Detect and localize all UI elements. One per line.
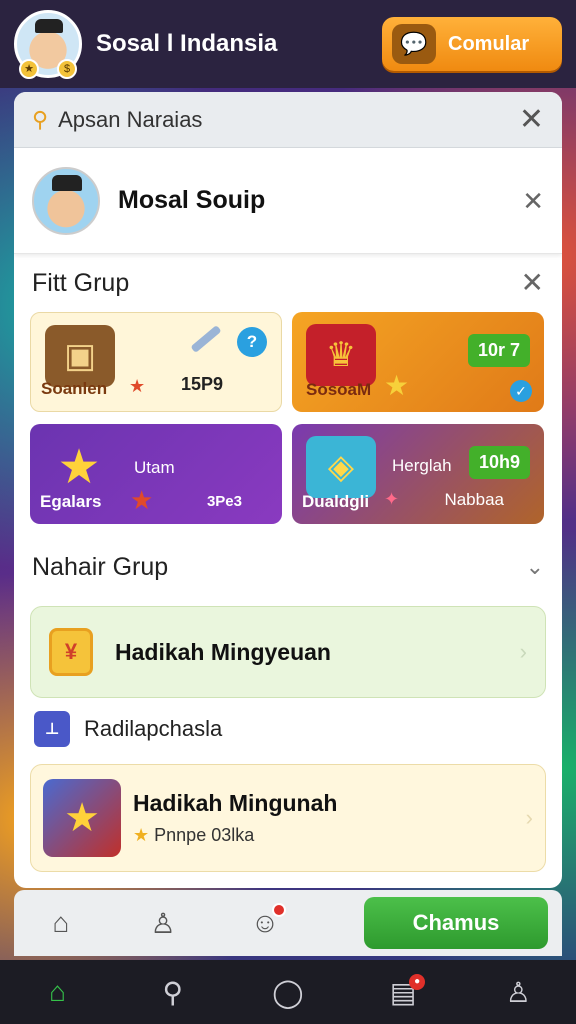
chevron-right-icon: › (525, 805, 533, 830)
avatar-cap (35, 19, 63, 33)
app-title: Sosal l Indansia (96, 30, 278, 57)
star-icon: ★ (133, 825, 150, 845)
connect-button[interactable]: 💬 Comular (382, 17, 562, 71)
notification-badge: ● (409, 973, 426, 990)
card-badge: Utam (134, 458, 175, 477)
card-name: Soanlen (41, 379, 108, 398)
star-icon: ★ (129, 376, 146, 396)
group-card[interactable]: ◈ Herglah 10h9 Dualdgli ✦ Nabbaa (292, 424, 544, 524)
notification-dot (272, 903, 286, 917)
badge-icon: ¥ (49, 628, 93, 676)
sub-list-item[interactable]: ⊥ Radilapchasla (14, 698, 562, 760)
section-head-nahair: Nahair Grup ⌄ (14, 538, 562, 596)
sub-label: Radilapchasla (84, 716, 223, 741)
reward-title: Hadikah Mingunah (133, 790, 338, 816)
info-icon[interactable]: ? (237, 327, 267, 357)
card-name: Dualdgli (302, 492, 370, 511)
search-close-icon[interactable]: ✕ (519, 104, 544, 135)
weekly-list-item[interactable]: ¥ Hadikah Mingyeuan › (30, 606, 546, 698)
top-bar: ★ $ Sosal l Indansia 💬 Comular (0, 0, 576, 88)
profile-name: Mosal Souip (118, 186, 266, 214)
group-card[interactable]: ★ Utam Egalars ★ 3Pe3 (30, 424, 282, 524)
reward-subtitle: Pnnpe 03lka (154, 825, 255, 845)
pencil-icon (190, 325, 222, 353)
section-title: Fitt Grup (32, 268, 130, 297)
reward-chest-icon: ★ (43, 779, 121, 857)
weekly-title: Hadikah Mingyeuan (115, 638, 331, 665)
star-icon: ★ (130, 485, 154, 515)
emoji-icon[interactable]: ☺ (232, 903, 298, 939)
nav-profile-icon[interactable]: ♙ (490, 976, 546, 1009)
chevron-right-icon: › (519, 639, 527, 664)
main-panel: ⚲ Apsan Naraias ✕ Mosal Souip ✕ Fitt Gru… (14, 92, 562, 888)
profile-avatar (32, 166, 100, 235)
search-text: Apsan Naraias (58, 106, 203, 132)
hand-wave-icon[interactable]: ♙ (130, 907, 196, 940)
section-title: Nahair Grup (32, 552, 169, 581)
gift-box-icon: ◈ (306, 436, 376, 498)
card-value: 3Pe3 (206, 493, 242, 510)
nav-inbox-icon[interactable]: ▤ ● (375, 973, 431, 1009)
profile-close-icon[interactable]: ✕ (522, 188, 544, 214)
card-tag: 10r 7 (467, 334, 530, 367)
section-close-icon[interactable]: ✕ (521, 269, 544, 297)
star-icon: ★ (384, 370, 410, 401)
group-grid: ▣ ? Soanlen ★ 15P9 ♛ 10r 7 SosoaM ★ ✓ ★ … (14, 312, 562, 524)
card-name: SosoaM (306, 380, 372, 399)
card-subtitle: Herglah (392, 456, 452, 475)
bottom-nav: ⌂ ⚲ ◯ ▤ ● ♙ (0, 960, 576, 1024)
card-value: 15P9 (181, 374, 224, 394)
sparkle-icon: ✦ (384, 489, 400, 509)
section-head-fitt: Fitt Grup ✕ (14, 254, 562, 312)
check-icon: ✓ (510, 380, 532, 402)
star-trophy-icon: ★ (57, 441, 101, 494)
group-card[interactable]: ▣ ? Soanlen ★ 15P9 (30, 312, 282, 412)
level-badge-icon: ★ (19, 59, 39, 79)
action-row: ⌂ ♙ ☺ Chamus (14, 890, 562, 956)
card-value: Nabbaa (444, 490, 504, 509)
user-avatar[interactable]: ★ $ (14, 10, 82, 79)
home-icon[interactable]: ⌂ (28, 907, 94, 939)
app-tile-icon: ⊥ (34, 711, 70, 747)
shield-icon: ♛ (306, 324, 376, 386)
chat-bubble-icon: 💬 (392, 24, 436, 64)
reward-subtitle-row: ★ Pnnpe 03lka (133, 825, 526, 846)
search-icon: ⚲ (32, 106, 49, 132)
coin-badge-icon: $ (57, 59, 77, 79)
group-card[interactable]: ♛ 10r 7 SosoaM ★ ✓ (292, 312, 544, 412)
nav-home-icon[interactable]: ⌂ (30, 976, 86, 1008)
card-tag: 10h9 (468, 446, 530, 479)
cta-button[interactable]: Chamus (364, 897, 548, 949)
reward-info: Hadikah Mingunah ★ Pnnpe 03lka (133, 790, 526, 846)
chevron-down-icon[interactable]: ⌄ (526, 554, 544, 580)
connect-button-label: Comular (448, 32, 530, 55)
card-name: Egalars (40, 492, 102, 511)
profile-row[interactable]: Mosal Souip ✕ (14, 148, 562, 254)
nav-search-icon[interactable]: ⚲ (145, 976, 201, 1009)
treasure-chest-icon: ▣ (45, 325, 115, 387)
search-bar[interactable]: ⚲ Apsan Naraias ✕ (14, 92, 562, 148)
nav-chat-icon[interactable]: ◯ (260, 976, 316, 1009)
reward-list-item[interactable]: ★ Hadikah Mingunah ★ Pnnpe 03lka › (30, 764, 546, 872)
